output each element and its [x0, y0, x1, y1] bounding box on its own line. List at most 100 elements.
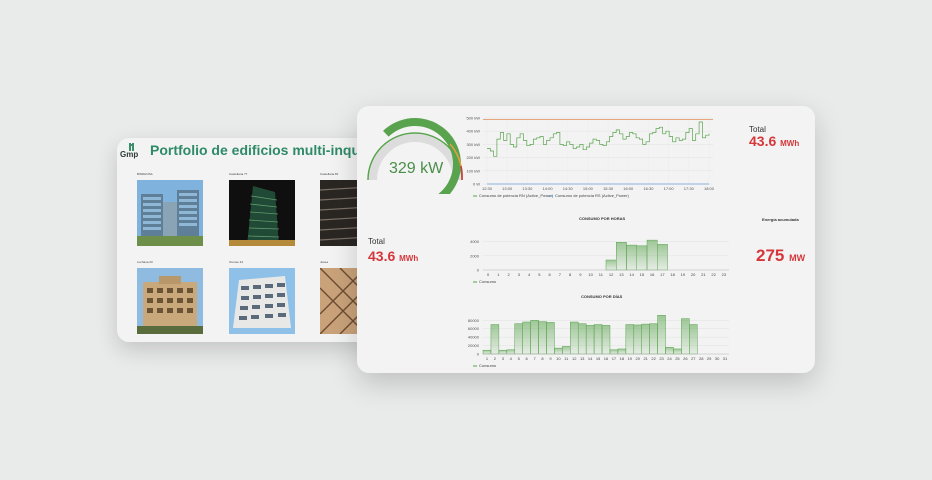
- x-tick-label: 14:00: [543, 186, 554, 191]
- bar: [617, 348, 627, 355]
- y-tick-label: 500 kW: [466, 116, 480, 121]
- power-line-chart: 500 kW 400 kW 300 kW 200 kW 100 kW 0 W12:30 13…: [466, 116, 715, 199]
- x-tick-label: 14: [588, 356, 593, 361]
- bar: [593, 324, 603, 355]
- building-name: Castellana 81: [320, 172, 339, 176]
- y-tick-label: 400 kW: [466, 129, 480, 134]
- series-line: [487, 121, 710, 157]
- x-tick-label: 17:30: [684, 186, 695, 191]
- total-top-number: 43.6: [749, 133, 777, 149]
- x-tick-label: 18: [670, 272, 675, 277]
- building-photo: [137, 268, 203, 334]
- x-tick-label: 11: [564, 356, 569, 361]
- x-tick-label: 2: [508, 272, 511, 277]
- x-tick-label: 20: [636, 356, 641, 361]
- x-tick-label: 10: [556, 356, 561, 361]
- x-tick-label: 7: [533, 356, 536, 361]
- x-tick-label: 5: [518, 356, 521, 361]
- y-tick-label: 0: [477, 268, 480, 273]
- y-tick-label: 100 kW: [466, 168, 480, 173]
- x-tick-label: 16:30: [643, 186, 654, 191]
- bar: [514, 323, 523, 355]
- x-tick-label: 17:00: [664, 186, 675, 191]
- bar: [673, 348, 682, 355]
- bar: [554, 347, 563, 355]
- hours-bar-chart: 4000200000 1 2 3 4 5 6 7 8 9 10 11 12 13 14 15 16 17 18 19 2…: [470, 239, 729, 284]
- x-tick-label: 15:30: [603, 186, 614, 191]
- total-left-value: 43.6 MWh: [368, 248, 418, 264]
- y-tick-label: 60000: [468, 326, 480, 331]
- bar: [633, 324, 642, 355]
- hours-chart-title: CONSUMO POR HORAS: [579, 216, 626, 221]
- x-tick-label: 30: [715, 356, 720, 361]
- y-tick-label: 4000: [470, 239, 480, 244]
- x-tick-label: 26: [683, 356, 688, 361]
- bar: [562, 346, 571, 355]
- bar: [625, 324, 635, 355]
- x-tick-label: 14: [629, 272, 634, 277]
- x-tick-label: 12: [572, 356, 577, 361]
- x-tick-label: 15:00: [583, 186, 594, 191]
- energy-unit: MW: [789, 253, 806, 263]
- bar: [626, 244, 637, 271]
- x-tick-label: 13:00: [502, 186, 513, 191]
- logo-text: Gmp: [120, 150, 139, 159]
- x-tick-label: 4: [510, 356, 513, 361]
- x-tick-label: 23: [722, 272, 727, 277]
- building-name: Luchana 23: [137, 260, 153, 264]
- x-tick-label: 9: [579, 272, 582, 277]
- x-tick-label: 21: [643, 356, 648, 361]
- bar: [605, 259, 617, 271]
- bar: [570, 321, 579, 355]
- legend-label: Consumo: [479, 363, 497, 368]
- x-tick-label: 16: [604, 356, 609, 361]
- y-tick-label: 80000: [468, 318, 480, 323]
- bar: [657, 244, 668, 271]
- x-tick-label: 17: [612, 356, 617, 361]
- x-tick-label: 18: [620, 356, 625, 361]
- gauge-value: 329 kW: [389, 160, 444, 177]
- bar: [546, 322, 555, 355]
- portfolio-title: Portfolio de edificios multi-inquilino: [150, 142, 379, 158]
- x-tick-label: 12: [609, 272, 614, 277]
- x-tick-label: 22: [651, 356, 656, 361]
- y-tick-label: 0: [477, 352, 480, 357]
- x-tick-label: 8: [541, 356, 544, 361]
- y-tick-label: 0 W: [473, 182, 480, 187]
- y-tick-label: 40000: [468, 335, 480, 340]
- bar: [577, 323, 587, 355]
- bar: [646, 239, 658, 271]
- building-photo: [137, 180, 203, 246]
- x-tick-label: 7: [559, 272, 562, 277]
- building-photo: [229, 180, 295, 246]
- x-tick-label: 0: [487, 272, 490, 277]
- total-top-unit: MWh: [780, 139, 800, 148]
- total-left-label: Total: [368, 237, 385, 246]
- x-tick-label: 6: [549, 272, 552, 277]
- x-tick-label: 4: [528, 272, 531, 277]
- bar: [522, 321, 531, 355]
- building-photo: [229, 268, 295, 334]
- x-tick-label: 22: [711, 272, 716, 277]
- x-tick-label: 13:30: [522, 186, 533, 191]
- x-tick-label: 24: [667, 356, 672, 361]
- building-name: Orense 34: [229, 260, 244, 264]
- y-tick-label: 200 kW: [466, 155, 480, 160]
- x-tick-label: 19: [628, 356, 633, 361]
- x-tick-label: 9: [549, 356, 552, 361]
- portfolio-card: Gmp Portfolio de edificios multi-inquili…: [117, 138, 379, 342]
- x-tick-label: 13: [619, 272, 624, 277]
- x-tick-label: 12:30: [482, 186, 493, 191]
- x-tick-label: 15: [640, 272, 645, 277]
- bar: [641, 323, 650, 355]
- x-tick-label: 6: [526, 356, 529, 361]
- legend-label: Consumo: [479, 279, 497, 284]
- bar: [681, 318, 690, 355]
- y-tick-label: 300 kW: [466, 142, 480, 147]
- x-tick-label: 19: [681, 272, 686, 277]
- bar: [609, 349, 619, 355]
- x-tick-label: 20: [691, 272, 696, 277]
- energy-value: 275 MW: [756, 246, 805, 266]
- x-tick-label: 8: [569, 272, 572, 277]
- x-tick-label: 18:00: [704, 186, 715, 191]
